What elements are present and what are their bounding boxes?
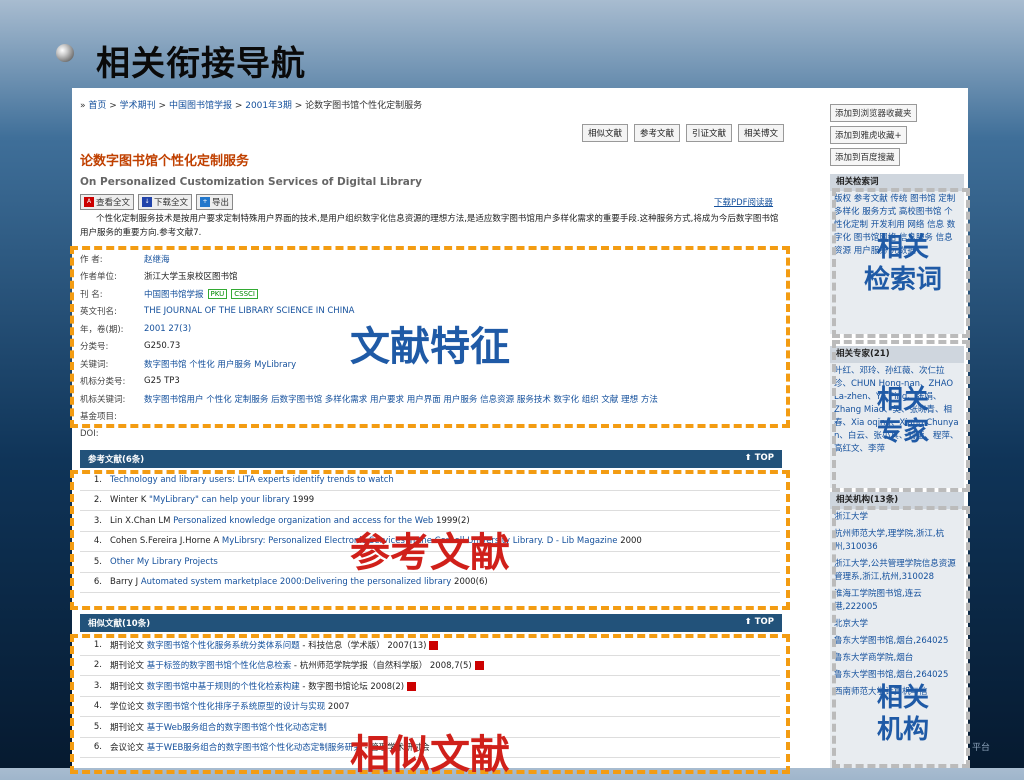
abstract: 个性化定制服务技术是按用户要求定制特殊用户界面的技术,是用户组织数字化信息资源的… <box>80 214 779 238</box>
breadcrumb: » 首页 > 学术期刊 > 中国图书馆学报 > 2001年3期 > 论数字图书馆… <box>80 101 423 111</box>
search-words-label: 相关 检索词 <box>863 233 942 295</box>
references-top-link[interactable]: ⬆ TOP <box>745 453 774 465</box>
related-blogs-button[interactable]: 相关博文 <box>737 124 784 142</box>
article-actions: A 查看全文 ↓ 下载全文 + 导出 <box>80 194 234 210</box>
add-baidu-fav-button[interactable]: 添加到百度搜藏 <box>830 148 900 166</box>
refs-label: 参考文献 <box>350 530 510 576</box>
breadcrumb-arrow-icon: » <box>80 101 86 111</box>
sidebar-favorites: 添加到浏览器收藏夹 添加到雅虎收藏+ 添加到百度搜藏 <box>830 104 966 170</box>
breadcrumb-home[interactable]: 首页 <box>88 101 106 111</box>
footer-text: 平台 <box>972 743 991 753</box>
references-header: 参考文献(6条) ⬆ TOP <box>80 450 782 468</box>
article-title-en: On Personalized Customization Services o… <box>80 176 422 188</box>
view-fulltext-button[interactable]: A 查看全文 <box>80 194 135 210</box>
similar-docs-button[interactable]: 相似文献 <box>581 124 628 142</box>
features-label: 文献特征 <box>350 324 510 370</box>
article-title: 论数字图书馆个性化定制服务 <box>80 154 250 169</box>
breadcrumb-issue[interactable]: 2001年3期 <box>245 101 292 111</box>
orgs-label: 相关 机构 <box>876 683 929 745</box>
similar-heading: 相似文献(10条) <box>88 619 151 629</box>
add-yahoo-fav-button[interactable]: 添加到雅虎收藏+ <box>830 126 907 144</box>
citations-button[interactable]: 引证文献 <box>685 124 732 142</box>
pdf-icon: A <box>84 197 94 207</box>
references-heading: 参考文献(6条) <box>88 455 145 465</box>
similar-top-link[interactable]: ⬆ TOP <box>745 617 774 629</box>
related-links: 相似文献 参考文献 引证文献 相关博文 <box>581 124 784 142</box>
slide-title: 相关衔接导航 <box>96 44 306 84</box>
similar-label: 相似文献 <box>350 732 510 778</box>
add-browser-fav-button[interactable]: 添加到浏览器收藏夹 <box>830 104 917 122</box>
breadcrumb-current: 论数字图书馆个性化定制服务 <box>305 101 423 111</box>
slide-bullet-icon <box>56 44 74 62</box>
references-button[interactable]: 参考文献 <box>633 124 680 142</box>
breadcrumb-journals[interactable]: 学术期刊 <box>120 101 156 111</box>
meta-key: DOI: <box>80 428 99 439</box>
download-fulltext-button[interactable]: ↓ 下载全文 <box>138 194 193 210</box>
download-icon: ↓ <box>142 197 153 207</box>
experts-label: 相关 专家 <box>876 385 929 447</box>
pdf-reader-link[interactable]: 下载PDF阅读器 <box>714 196 773 208</box>
similar-header: 相似文献(10条) ⬆ TOP <box>80 614 782 632</box>
export-icon: + <box>200 197 211 207</box>
breadcrumb-journal[interactable]: 中国图书馆学报 <box>169 101 232 111</box>
export-button[interactable]: + 导出 <box>196 194 234 210</box>
